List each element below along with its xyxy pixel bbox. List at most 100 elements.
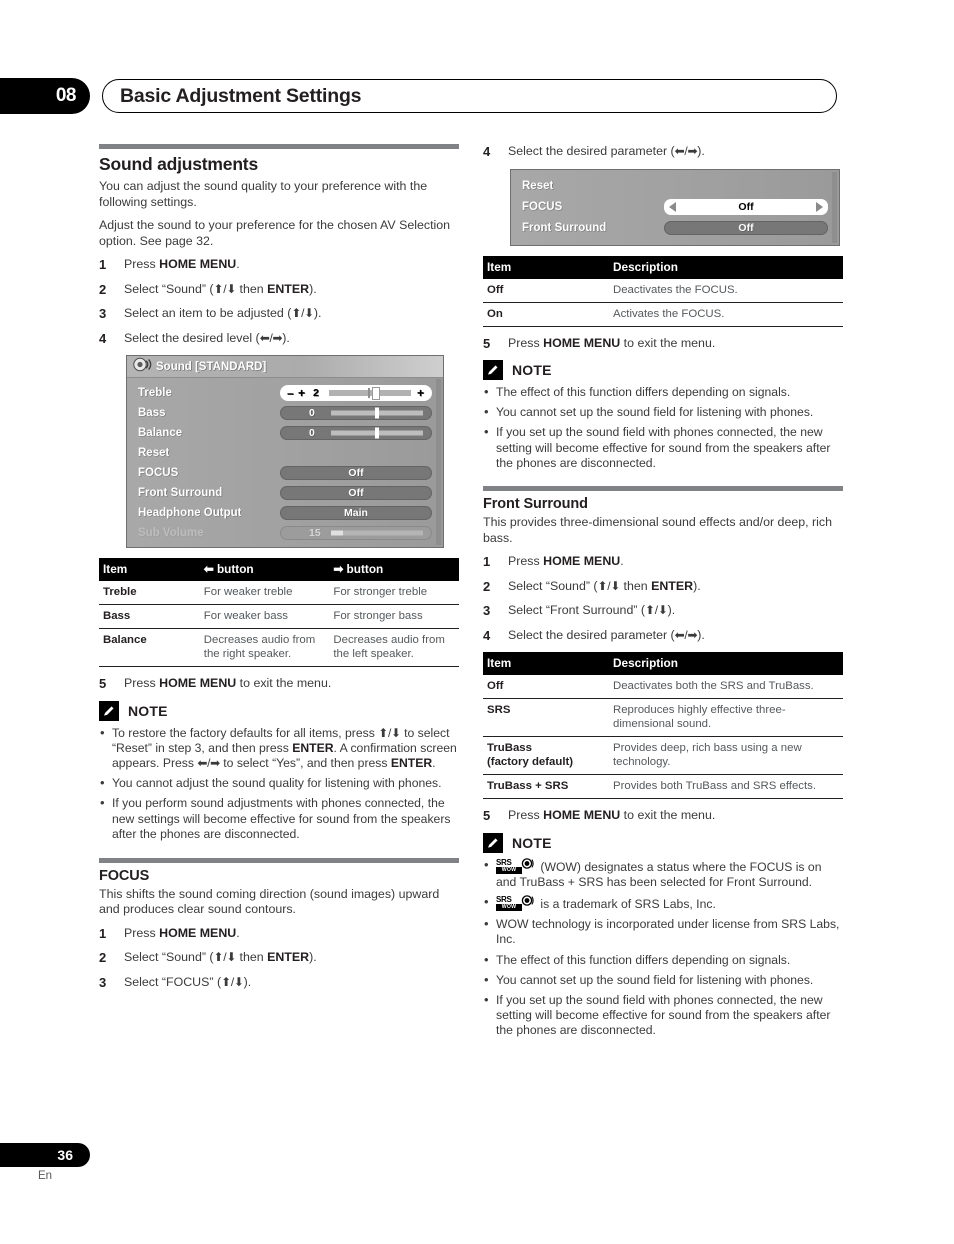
step-item: 1 Press HOME MENU. bbox=[483, 554, 843, 570]
osd-row-headphone-output[interactable]: Headphone Output Main bbox=[138, 503, 432, 523]
table-cell: TruBass + SRS bbox=[483, 774, 609, 800]
note-header-sound: NOTE bbox=[99, 700, 459, 721]
table-cell: Reproduces highly effective three-dimens… bbox=[609, 698, 843, 738]
table-cell: For stronger bass bbox=[329, 604, 459, 629]
osd-label-front-surround: Front Surround bbox=[522, 221, 607, 234]
sub-volume-fill bbox=[331, 530, 343, 536]
step-text: Press HOME MENU. bbox=[124, 925, 240, 940]
minus-icon[interactable]: – bbox=[287, 387, 294, 399]
table-cell: For weaker treble bbox=[199, 581, 330, 605]
step-item: 4 Select the desired parameter (⬅/➡). bbox=[483, 628, 843, 644]
step-item: 3 Select an item to be adjusted (⬆/⬇). bbox=[99, 306, 459, 322]
bass-track[interactable] bbox=[331, 407, 423, 419]
osd-value-focus: Off bbox=[738, 200, 754, 213]
note-item: SRSWOW (WOW) designates a status where t… bbox=[483, 857, 843, 890]
step-number: 2 bbox=[483, 578, 491, 594]
table-head: Item Description bbox=[483, 255, 843, 279]
table-body: Off Deactivates both the SRS and TruBass.… bbox=[483, 675, 843, 800]
treble-center-tick bbox=[368, 388, 371, 398]
osd-title-label: Sound [STANDARD] bbox=[156, 360, 267, 373]
chapter-header: 08 Basic Adjustment Settings bbox=[0, 78, 954, 114]
step-4-select-parameter: 4 Select the desired parameter (⬅/➡). bbox=[483, 144, 843, 160]
step-number: 3 bbox=[99, 974, 107, 990]
step-text: Press HOME MENU to exit the menu. bbox=[124, 676, 332, 690]
th-item: Item bbox=[483, 255, 609, 279]
table-cell: Provides deep, rich bass using a new tec… bbox=[609, 736, 843, 776]
osd-value-front-surround: Off bbox=[348, 487, 364, 499]
osd-rows-container: Reset FOCUS Off Front Surround Off bbox=[511, 170, 839, 245]
osd-scrollbar[interactable] bbox=[832, 171, 837, 243]
step-5-exit-menu: 5 Press HOME MENU to exit the menu. bbox=[99, 676, 459, 692]
section-title-sound-adjustments: Sound adjustments bbox=[99, 154, 258, 174]
osd-row-front-surround[interactable]: Front Surround Off bbox=[138, 483, 432, 503]
table-front-surround-options: Item Description Off Deactivates both the… bbox=[483, 652, 843, 800]
step-item: 1 Press HOME MENU. bbox=[99, 926, 459, 942]
step-item: 2 Select “Sound” (⬆/⬇ then ENTER). bbox=[483, 579, 843, 595]
pencil-icon bbox=[483, 832, 503, 853]
table-cell: Deactivates both the SRS and TruBass. bbox=[609, 675, 843, 700]
bass-knob[interactable] bbox=[375, 407, 380, 419]
pencil-icon bbox=[483, 360, 503, 380]
balance-knob[interactable] bbox=[375, 427, 380, 439]
table-sound-adjustments: Item ⬅ button ➡ button Treble For weaker … bbox=[99, 558, 459, 667]
osd-row-sub-volume: Sub Volume 15 bbox=[138, 523, 432, 543]
treble-knob[interactable] bbox=[371, 386, 380, 400]
chevron-left-icon[interactable] bbox=[669, 201, 676, 212]
osd-rows-container: Treble – + 2 + Bass 0 Balance 0 Reset FO… bbox=[127, 378, 443, 547]
osd-row-treble[interactable]: Treble – + 2 + bbox=[138, 383, 432, 403]
chevron-right-icon[interactable] bbox=[816, 201, 823, 212]
step-text: Select “Sound” (⬆/⬇ then ENTER). bbox=[124, 950, 317, 965]
table-cell: Balance bbox=[99, 628, 200, 667]
osd-control-balance-slider[interactable]: 0 bbox=[280, 426, 432, 440]
osd-label-reset: Reset bbox=[138, 447, 170, 459]
osd-control-focus[interactable]: Off bbox=[280, 466, 432, 480]
osd-row-bass[interactable]: Bass 0 bbox=[138, 403, 432, 423]
osd-control-headphone-output[interactable]: Main bbox=[280, 506, 432, 520]
note-item: If you set up the sound field with phone… bbox=[483, 992, 843, 1039]
page-title: Basic Adjustment Settings bbox=[120, 84, 362, 107]
plus-icon[interactable]: + bbox=[298, 387, 305, 399]
osd-control-bass-slider[interactable]: 0 bbox=[280, 406, 432, 420]
table-cell: Treble bbox=[99, 581, 200, 605]
balance-track[interactable] bbox=[331, 427, 423, 439]
osd-label-focus: FOCUS bbox=[138, 467, 179, 479]
table-cell: For weaker bass bbox=[199, 604, 330, 629]
osd-row-balance[interactable]: Balance 0 bbox=[138, 423, 432, 443]
srs-wow-logo: SRSWOW bbox=[496, 858, 536, 874]
step-number: 4 bbox=[483, 144, 491, 159]
page-footer: 36 En bbox=[0, 1143, 120, 1182]
osd-row-reset[interactable]: Reset bbox=[138, 443, 432, 463]
osd-label-treble: Treble bbox=[138, 387, 172, 399]
osd-row-front-surround[interactable]: Front Surround Off bbox=[522, 218, 828, 238]
plus-icon-right[interactable]: + bbox=[417, 387, 424, 399]
table-row: SRS Reproduces highly effective three-dim… bbox=[483, 698, 843, 738]
step-text: Select the desired level (⬅/➡). bbox=[124, 330, 290, 345]
sound-adjustments-intro-2: Adjust the sound to your preference for … bbox=[99, 218, 451, 248]
osd-control-focus-selected[interactable]: Off bbox=[664, 198, 828, 215]
speaker-icon bbox=[133, 357, 152, 377]
step-number: 1 bbox=[483, 554, 491, 570]
osd-control-front-surround[interactable]: Off bbox=[280, 486, 432, 500]
osd-row-focus[interactable]: FOCUS Off bbox=[138, 463, 432, 483]
osd-row-reset[interactable]: Reset bbox=[522, 176, 828, 196]
focus-steps: 1 Press HOME MENU. 2 Select “Sound” (⬆/⬇ th… bbox=[99, 926, 459, 991]
note-title: NOTE bbox=[512, 362, 552, 378]
step-item: 3 Select “FOCUS” (⬆/⬇). bbox=[99, 975, 459, 991]
table-cell: TruBass (factory default) bbox=[483, 736, 609, 776]
page-language-code: En bbox=[37, 1170, 53, 1182]
osd-scrollbar[interactable] bbox=[436, 379, 441, 545]
chapter-title-pill: Basic Adjustment Settings bbox=[102, 79, 837, 113]
th-description: Description bbox=[609, 652, 843, 676]
step-number: 2 bbox=[99, 950, 107, 966]
treble-track[interactable] bbox=[329, 386, 411, 400]
osd-control-treble-slider[interactable]: – + 2 + bbox=[280, 385, 432, 401]
osd-control-front-surround[interactable]: Off bbox=[664, 220, 828, 235]
table-row: On Activates the FOCUS. bbox=[483, 302, 843, 327]
step-number: 4 bbox=[483, 627, 491, 643]
table-row: Treble For weaker treble For stronger treb… bbox=[99, 581, 459, 605]
step-number: 1 bbox=[99, 925, 107, 941]
step-number: 5 bbox=[483, 808, 491, 824]
step-number: 3 bbox=[99, 306, 107, 321]
note-item: To restore the factory defaults for all … bbox=[99, 725, 459, 772]
osd-row-focus[interactable]: FOCUS Off bbox=[522, 196, 828, 218]
